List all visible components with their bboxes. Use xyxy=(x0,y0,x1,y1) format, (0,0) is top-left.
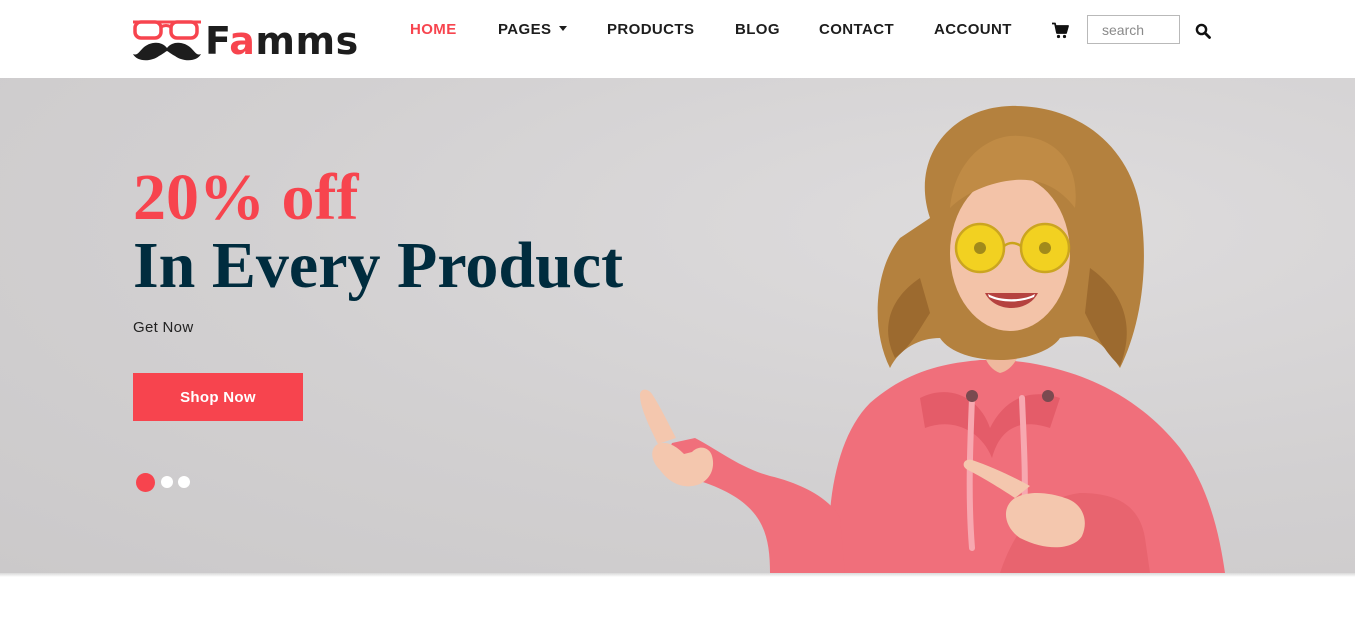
hero-discount: 20% off xyxy=(133,161,359,234)
search-input[interactable] xyxy=(1087,15,1180,44)
nav-home[interactable]: HOME xyxy=(410,21,457,38)
nav-products[interactable]: PRODUCTS xyxy=(607,21,694,38)
nav-blog[interactable]: BLOG xyxy=(735,21,780,38)
hero-title: In Every Product xyxy=(133,229,624,302)
hero-slider: 20% off In Every Product Get Now Shop No… xyxy=(0,78,1355,573)
site-header: Famms HOME PAGES PRODUCTS BLOG CONTACT A… xyxy=(0,0,1355,78)
nav-pages-label: PAGES xyxy=(498,21,552,38)
brand-wordmark: Famms xyxy=(205,19,359,63)
glasses-mustache-icon xyxy=(133,20,201,61)
slide-indicator-2[interactable] xyxy=(161,476,173,488)
caret-down-icon xyxy=(559,26,568,31)
slide-indicator-3[interactable] xyxy=(178,476,190,488)
hero-bottom-shadow xyxy=(0,573,1355,577)
hero-model-image xyxy=(640,105,1225,573)
cart-icon[interactable] xyxy=(1052,22,1069,39)
shop-now-button[interactable]: Shop Now xyxy=(133,373,303,421)
brand-logo[interactable]: Famms xyxy=(131,16,376,63)
nav-pages-dropdown[interactable]: PAGES xyxy=(498,21,568,38)
search-icon[interactable] xyxy=(1195,23,1211,39)
slide-indicator-1[interactable] xyxy=(136,473,155,492)
nav-contact[interactable]: CONTACT xyxy=(819,21,894,38)
hero-subtitle: Get Now xyxy=(133,319,194,336)
nav-account[interactable]: ACCOUNT xyxy=(934,21,1012,38)
